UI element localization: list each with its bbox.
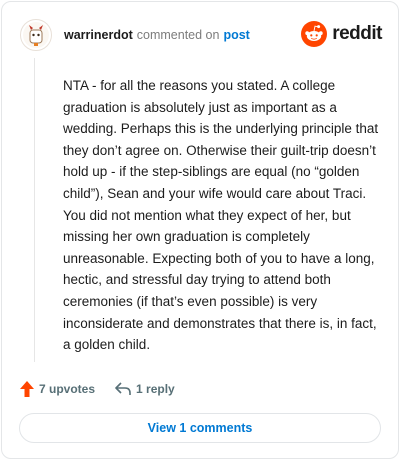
- user-avatar[interactable]: [20, 19, 52, 51]
- reply-count: 1 reply: [136, 382, 175, 396]
- post-link[interactable]: post: [223, 28, 249, 42]
- upvote-button[interactable]: 7 upvotes: [20, 381, 95, 397]
- comment-header: warrinerdot commented on post reddit: [20, 18, 382, 52]
- upvote-count: 7 upvotes: [39, 382, 96, 396]
- username-link[interactable]: warrinerdot: [64, 28, 133, 42]
- comment-byline: warrinerdot commented on post: [64, 28, 250, 42]
- avatar-icon: [23, 22, 49, 48]
- comment-body: NTA - for all the reasons you stated. A …: [63, 78, 379, 353]
- byline-verb: commented on: [136, 28, 220, 42]
- reddit-logo[interactable]: reddit: [301, 21, 382, 47]
- thread-line: [34, 58, 35, 362]
- view-comments-button[interactable]: View 1 comments: [19, 413, 381, 443]
- reddit-wordmark: reddit: [332, 23, 382, 44]
- comment-card: warrinerdot commented on post reddit NTA -…: [1, 1, 399, 459]
- reply-arrow-icon: [115, 382, 131, 395]
- comment-actions: 7 upvotes 1 reply: [20, 378, 175, 400]
- reddit-snoo-icon: [301, 21, 328, 47]
- upvote-arrow-icon: [20, 381, 34, 397]
- reply-button[interactable]: 1 reply: [115, 382, 175, 396]
